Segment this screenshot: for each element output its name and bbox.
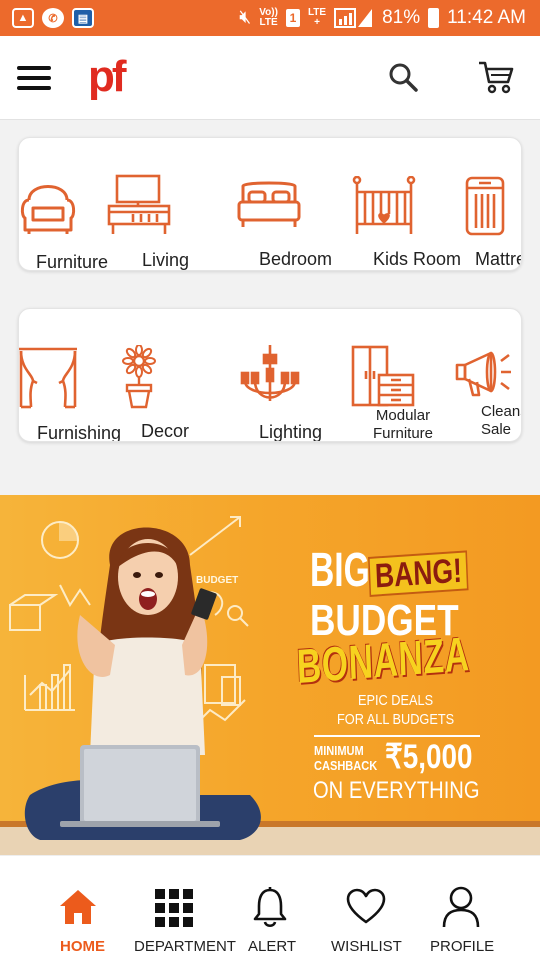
person-icon	[442, 886, 480, 928]
category-modular-furniture[interactable]: Modular Furniture	[349, 309, 449, 442]
banner-minimum: MINIMUM	[314, 743, 364, 758]
tv-unit-icon	[107, 174, 171, 234]
category-lighting[interactable]: Lighting	[239, 309, 339, 442]
megaphone-icon	[455, 351, 511, 397]
battery-icon	[428, 8, 440, 28]
logo[interactable]: pf	[88, 52, 126, 102]
mattress-icon	[465, 176, 505, 236]
banner-on-everything: ON EVERYTHING	[313, 777, 480, 804]
promo-banner[interactable]: BUDGET BIG BANG! BUDGET BONANZA EPIC DEA…	[0, 495, 540, 855]
category-label: Decor	[141, 421, 190, 441]
nav-profile[interactable]: PROFILE	[426, 856, 496, 960]
volte-indicator: Vo)) LTE	[259, 7, 278, 28]
category-mattress[interactable]: Mattre	[459, 138, 522, 270]
sketch-word: BUDGET	[196, 575, 238, 586]
category-card-rooms: Furniture Living Bedroom Kids Room Mattr…	[18, 137, 522, 271]
nav-label: HOME	[60, 938, 105, 955]
banner-for-all-budgets: FOR ALL BUDGETS	[337, 711, 455, 728]
category-card-decor: Furnishing Decor Lighting Modular Furnit…	[18, 308, 522, 442]
category-bedroom[interactable]: Bedroom	[229, 138, 339, 270]
clock: 11:42 AM	[447, 7, 526, 28]
nav-home[interactable]: HOME	[50, 856, 120, 960]
category-label: Bedroom	[259, 249, 333, 269]
category-clearance-sale[interactable]: Cleans Sale	[449, 309, 521, 441]
category-living[interactable]: Living	[105, 138, 189, 270]
gallery-icon: ▲	[12, 8, 34, 28]
curtain-icon	[19, 347, 77, 409]
crib-icon	[352, 176, 416, 234]
nav-label: ALERT	[248, 938, 297, 955]
cart-icon[interactable]	[478, 60, 514, 94]
search-icon[interactable]	[388, 62, 418, 92]
lte-indicator: LTE +	[307, 7, 327, 28]
hamburger-icon[interactable]	[17, 66, 51, 90]
category-label: Mattre	[475, 249, 522, 269]
wardrobe-icon	[351, 345, 415, 407]
banner-cashback: CASHBACK	[314, 758, 378, 773]
mute-icon: 🔇︎	[239, 7, 252, 28]
sim-indicator: 1	[285, 9, 300, 27]
phone-icon: ✆	[42, 8, 64, 28]
nav-label: WISHLIST	[331, 938, 402, 955]
category-furnishing[interactable]: Furnishing	[19, 309, 129, 442]
reader-icon: ▤	[72, 8, 94, 28]
notification-icons: ▲ ✆ ▤	[12, 8, 94, 28]
home-icon	[60, 890, 96, 924]
banner-title-big: BIG	[310, 544, 370, 597]
nav-wishlist[interactable]: WISHLIST	[326, 856, 406, 960]
battery-percent: 81%	[382, 7, 421, 28]
grid-icon	[155, 889, 193, 927]
chandelier-icon	[240, 345, 300, 401]
category-label: Living	[142, 250, 190, 270]
banner-divider	[314, 735, 480, 737]
category-label: Furniture	[36, 252, 109, 271]
category-label: Kids Room	[373, 249, 462, 269]
flower-pot-icon	[122, 345, 156, 409]
nav-alert[interactable]: ALERT	[244, 856, 304, 960]
nav-department[interactable]: DEPARTMENT	[130, 856, 240, 960]
armchair-icon	[20, 185, 76, 234]
banner-title-bang: BANG!	[368, 550, 469, 597]
category-label: Furnishing	[37, 423, 122, 442]
category-label: Modular Furniture	[373, 407, 434, 442]
nav-label: PROFILE	[430, 938, 495, 955]
category-decor[interactable]: Decor	[117, 309, 197, 441]
heart-icon	[346, 888, 386, 924]
category-furniture[interactable]: Furniture	[19, 138, 119, 271]
status-bar: ▲ ✆ ▤ 🔇︎ Vo)) LTE 1 LTE + 81% 11:42 AM	[0, 0, 540, 36]
bell-icon	[253, 887, 287, 928]
signal-icon	[334, 8, 373, 28]
banner-epic-deals: EPIC DEALS	[358, 692, 434, 709]
bottom-navigation: HOME DEPARTMENT ALERT WISHLIST PROFILE	[0, 855, 540, 960]
app-header: pf	[0, 36, 540, 120]
category-label: Lighting	[259, 422, 323, 442]
nav-label: DEPARTMENT	[134, 938, 236, 955]
category-kids-room[interactable]: Kids Room	[349, 138, 462, 270]
bed-icon	[237, 181, 301, 227]
category-label: Cleans Sale	[481, 403, 521, 438]
banner-amount: ₹5,000	[385, 738, 473, 776]
